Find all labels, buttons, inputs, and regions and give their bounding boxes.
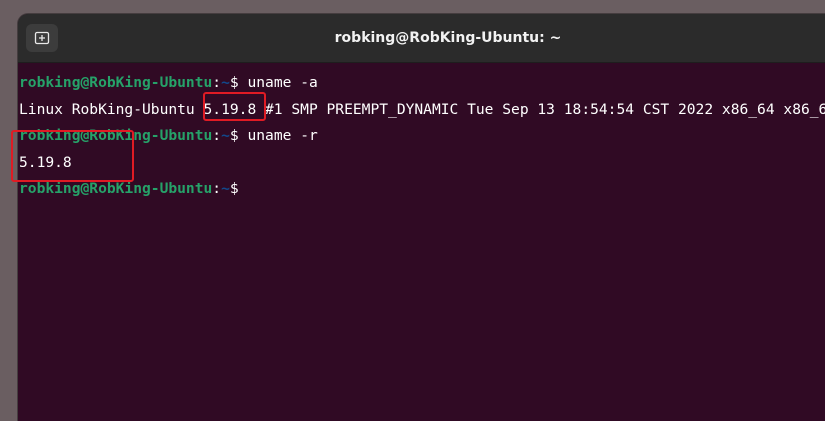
prompt-user: robking@RobKing-Ubuntu	[19, 74, 213, 91]
prompt-symbol: $	[229, 180, 239, 197]
terminal-window: robking@RobKing-Ubuntu: ~ robking@RobKin…	[18, 14, 825, 421]
window-title: robking@RobKing-Ubuntu: ~	[334, 30, 562, 46]
prompt-separator: :	[212, 180, 222, 197]
prompt-path: ~	[221, 74, 230, 91]
terminal-line-prompt: robking@RobKing-Ubuntu:~$ uname -r	[19, 123, 825, 150]
new-tab-icon	[34, 31, 50, 45]
command-text: uname -a	[238, 74, 318, 91]
prompt-symbol: $	[229, 127, 239, 144]
terminal-line-prompt: robking@RobKing-Ubuntu:~$	[19, 176, 825, 203]
prompt-user: robking@RobKing-Ubuntu	[19, 180, 213, 197]
terminal-line-output: 5.19.8	[19, 150, 825, 177]
highlight-box-release	[11, 130, 134, 182]
title-bar[interactable]: robking@RobKing-Ubuntu: ~	[18, 14, 825, 63]
prompt-separator: :	[212, 74, 222, 91]
terminal-output[interactable]: robking@RobKing-Ubuntu:~$ uname -a Linux…	[18, 63, 825, 421]
prompt-path: ~	[221, 180, 230, 197]
output-text: Linux RobKing-Ubuntu	[19, 100, 204, 118]
prompt-path: ~	[221, 127, 230, 144]
highlight-box-version	[203, 92, 266, 121]
output-text: #1 SMP PREEMPT_DYNAMIC Tue Sep 13 18:54:…	[256, 100, 825, 118]
terminal-line-output: Linux RobKing-Ubuntu 5.19.8 #1 SMP PREEM…	[19, 97, 825, 124]
terminal-line-prompt: robking@RobKing-Ubuntu:~$ uname -a	[19, 70, 825, 97]
command-text: uname -r	[238, 127, 318, 144]
prompt-symbol: $	[229, 74, 239, 91]
new-tab-button[interactable]	[26, 24, 58, 52]
prompt-separator: :	[212, 127, 222, 144]
